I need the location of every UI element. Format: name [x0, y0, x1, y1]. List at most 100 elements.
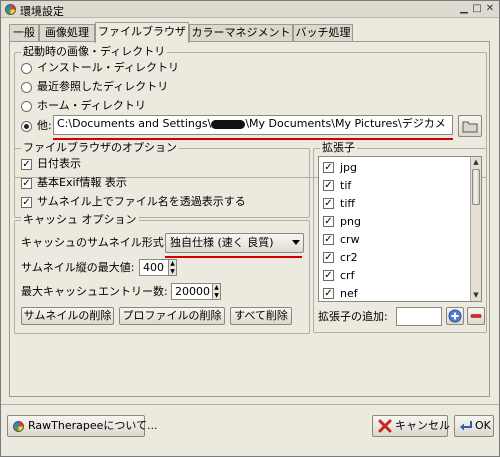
- minimize-icon[interactable]: ▁: [459, 4, 469, 14]
- ok-button[interactable]: OK: [454, 415, 494, 437]
- extension-row-nef[interactable]: ✓ nef: [319, 285, 469, 301]
- radio-home-directory-label: ホーム・ディレクトリ: [37, 99, 146, 112]
- folder-icon: [462, 121, 478, 133]
- extension-label: png: [340, 215, 361, 228]
- extension-label: crf: [340, 269, 355, 282]
- add-extension-label: 拡張子の追加:: [318, 310, 388, 323]
- extensions-list[interactable]: ✓ jpg ✓ tif ✓ tiff ✓ png ✓ crw ✓ cr2 ✓ c…: [318, 156, 482, 302]
- extension-label: jpg: [340, 161, 358, 174]
- radio-other-directory[interactable]: [21, 121, 32, 132]
- extension-row-crf[interactable]: ✓ crf: [319, 267, 469, 285]
- radio-recent-directory-label: 最近参照したディレクトリ: [37, 80, 169, 93]
- tab-image-processing[interactable]: 画像処理: [39, 24, 95, 42]
- check-overlay-filename-label: サムネイル上でファイル名を透過表示する: [37, 195, 246, 208]
- preferences-window: 環境設定 ▁ □ ✕ 一般 画像処理 ファイルブラウザ カラーマネジメント バッ…: [0, 0, 500, 457]
- check-overlay-filename[interactable]: ✓: [21, 197, 32, 208]
- extensions-scrollbar[interactable]: ▲ ▼: [470, 157, 481, 301]
- extension-checkbox[interactable]: ✓: [323, 216, 334, 227]
- cancel-button[interactable]: キャンセル: [372, 415, 450, 437]
- ok-button-label: OK: [475, 419, 491, 432]
- max-entries-value: 20000: [175, 285, 210, 298]
- tab-general[interactable]: 一般: [9, 24, 39, 42]
- cache-format-label: キャッシュのサムネイル形式:: [21, 236, 168, 249]
- extension-checkbox[interactable]: ✓: [323, 180, 334, 191]
- tab-file-browser[interactable]: ファイルブラウザ: [95, 22, 189, 43]
- add-extension-button[interactable]: [446, 307, 464, 325]
- delete-all-button[interactable]: すべて削除: [230, 307, 292, 325]
- startup-directory-legend: 起動時の画像・ディレクトリ: [21, 45, 168, 59]
- max-height-label: サムネイル縦の最大値:: [21, 261, 135, 274]
- browser-options-frame: ファイルブラウザのオプション ✓ 日付表示 ✓ 基本Exif情報 表示 ✓ サム…: [14, 141, 310, 218]
- browse-folder-button[interactable]: [458, 115, 482, 137]
- extension-label: nef: [340, 287, 358, 300]
- extensions-frame: 拡張子 ✓ jpg ✓ tif ✓ tiff ✓ png ✓ crw ✓ cr2…: [313, 141, 487, 333]
- cancel-icon: [378, 419, 392, 433]
- maximize-icon[interactable]: □: [472, 4, 482, 14]
- max-entries-spinner[interactable]: 20000 ▲ ▼: [171, 283, 221, 300]
- extension-row-tif[interactable]: ✓ tif: [319, 177, 469, 195]
- radio-other-directory-label: 他:: [37, 119, 52, 132]
- tab-batch-processing[interactable]: バッチ処理: [293, 24, 353, 42]
- window-title: 環境設定: [20, 5, 64, 18]
- title-bar: 環境設定 ▁ □ ✕: [1, 1, 499, 18]
- startup-path-suffix: \My Documents\My Pictures\デジカメ: [245, 117, 446, 130]
- extension-row-tiff[interactable]: ✓ tiff: [319, 195, 469, 213]
- extension-label: cr2: [340, 251, 358, 264]
- extension-row-jpg[interactable]: ✓ jpg: [319, 159, 469, 177]
- scroll-thumb[interactable]: [472, 169, 480, 205]
- extension-row-cr2[interactable]: ✓ cr2: [319, 249, 469, 267]
- startup-path-input[interactable]: C:\Documents and Settings\ \My Documents\…: [53, 115, 453, 135]
- extension-checkbox[interactable]: ✓: [323, 198, 334, 209]
- extensions-legend: 拡張子: [320, 141, 357, 155]
- radio-install-directory[interactable]: [21, 63, 32, 74]
- radio-home-directory[interactable]: [21, 101, 32, 112]
- cache-options-frame: キャッシュ オプション キャッシュのサムネイル形式: 独自仕様 (速く 良質) …: [14, 213, 310, 334]
- max-entries-label: 最大キャッシュエントリー数:: [21, 285, 168, 298]
- scroll-down-icon[interactable]: ▼: [472, 291, 480, 300]
- extension-row-png[interactable]: ✓ png: [319, 213, 469, 231]
- cache-format-value: 独自仕様 (速く 良質): [170, 236, 274, 249]
- check-show-date-label: 日付表示: [37, 157, 81, 170]
- extension-row-crw[interactable]: ✓ crw: [319, 231, 469, 249]
- extension-label: tif: [340, 179, 352, 192]
- close-icon[interactable]: ✕: [485, 4, 495, 14]
- check-show-exif-label: 基本Exif情報 表示: [37, 176, 127, 189]
- enter-arrow-icon: [460, 421, 472, 431]
- extension-checkbox[interactable]: ✓: [323, 288, 334, 299]
- check-show-exif[interactable]: ✓: [21, 178, 32, 189]
- remove-extension-button[interactable]: [467, 307, 485, 325]
- browser-options-legend: ファイルブラウザのオプション: [21, 141, 179, 155]
- delete-thumbnails-button[interactable]: サムネイルの削除: [21, 307, 114, 325]
- format-annotation-underline: [165, 256, 302, 258]
- extension-label: tiff: [340, 197, 355, 210]
- check-show-date[interactable]: ✓: [21, 159, 32, 170]
- path-annotation-underline: [53, 138, 453, 140]
- extension-checkbox[interactable]: ✓: [323, 234, 334, 245]
- max-height-spinner[interactable]: 400 ▲ ▼: [139, 259, 177, 276]
- minus-icon: [470, 314, 482, 318]
- add-extension-input[interactable]: [396, 307, 442, 326]
- cache-format-select[interactable]: 独自仕様 (速く 良質): [165, 233, 304, 253]
- startup-path-prefix: C:\Documents and Settings\: [57, 117, 212, 130]
- cancel-button-label: キャンセル: [395, 419, 450, 432]
- about-button-label: RawTherapeeについて...: [28, 419, 158, 432]
- footer-separator: [1, 404, 499, 405]
- extension-checkbox[interactable]: ✓: [323, 270, 334, 281]
- file-browser-panel: 起動時の画像・ディレクトリ インストール・ディレクトリ 最近参照したディレクトリ…: [9, 41, 490, 397]
- chevron-down-icon: [292, 240, 300, 245]
- delete-profiles-button[interactable]: プロファイルの削除: [119, 307, 225, 325]
- spin-arrows-icon[interactable]: ▲ ▼: [168, 260, 176, 275]
- plus-icon: [448, 309, 462, 323]
- extension-label: crw: [340, 233, 360, 246]
- redacted-username-mark: [211, 119, 246, 129]
- radio-install-directory-label: インストール・ディレクトリ: [37, 61, 180, 74]
- cache-options-legend: キャッシュ オプション: [21, 213, 139, 227]
- spin-arrows-icon[interactable]: ▲ ▼: [212, 284, 220, 299]
- extension-checkbox[interactable]: ✓: [323, 252, 334, 263]
- extension-checkbox[interactable]: ✓: [323, 162, 334, 173]
- radio-recent-directory[interactable]: [21, 82, 32, 93]
- tab-color-management[interactable]: カラーマネジメント: [189, 24, 293, 42]
- scroll-up-icon[interactable]: ▲: [472, 158, 480, 167]
- about-button[interactable]: RawTherapeeについて...: [7, 415, 158, 437]
- app-icon: [5, 4, 16, 15]
